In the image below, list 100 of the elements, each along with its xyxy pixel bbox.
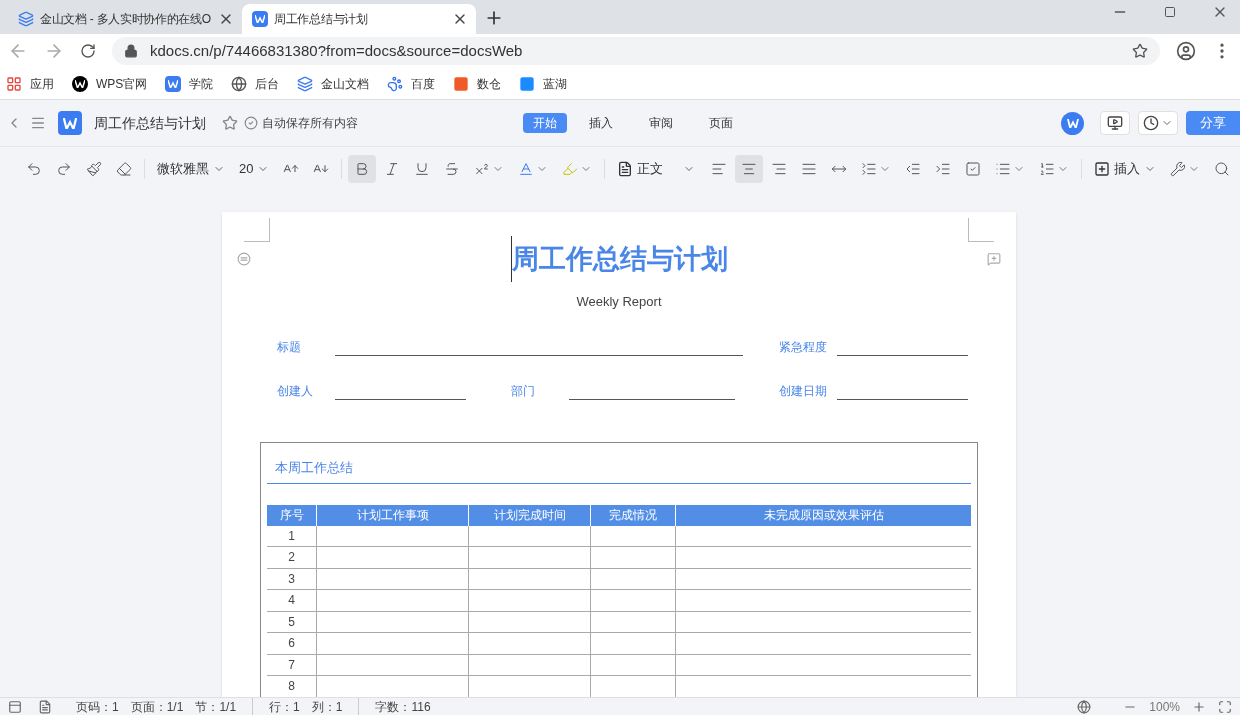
menu-tab[interactable]: 页面 — [699, 113, 743, 133]
align-center-button[interactable] — [735, 155, 764, 183]
w-square-icon — [165, 75, 182, 92]
document-subtitle: Weekly Report — [575, 293, 663, 311]
status-text: 字数：116 — [375, 698, 431, 715]
justify-icon — [801, 161, 818, 177]
browser-tab[interactable]: 金山文档 - 多人实时协作的在线O — [8, 4, 242, 34]
status-text: 行：1 — [269, 698, 300, 715]
bookmark[interactable]: 蓝湖 — [519, 74, 568, 93]
field-label: 部门 — [510, 382, 536, 400]
check-circle-icon — [244, 116, 258, 130]
document-heading: 周工作总结与计划 — [511, 242, 728, 276]
clock-icon — [1143, 115, 1159, 131]
align-right-icon — [771, 161, 788, 177]
numbered-list-icon — [1039, 161, 1056, 177]
star-icon[interactable] — [222, 115, 238, 131]
font-color-icon — [518, 161, 535, 177]
status-text: 页码：1 — [76, 698, 119, 715]
paragraph-style-dropdown[interactable]: 正文 — [611, 155, 704, 183]
insert-box-icon — [1094, 161, 1111, 177]
bookmark[interactable]: 后台 — [231, 74, 280, 93]
reload-icon[interactable] — [80, 43, 96, 59]
table-header-cell: 序号 — [267, 504, 317, 526]
add-comment-icon[interactable] — [987, 252, 1001, 266]
maximize-icon[interactable] — [1164, 6, 1176, 18]
highlight-icon — [562, 161, 579, 177]
section-heading: 本周工作总结 — [274, 459, 353, 475]
insert-dropdown[interactable]: 插入 — [1088, 155, 1163, 183]
w-logo-icon[interactable] — [1061, 111, 1084, 135]
globe-icon[interactable] — [1077, 699, 1092, 714]
row-number-cell: 2 — [267, 547, 317, 568]
outdent-icon — [905, 161, 922, 177]
paw-icon — [387, 75, 404, 92]
field-label: 创建人 — [277, 382, 314, 400]
bookmark[interactable]: 数仓 — [453, 74, 502, 93]
field-label: 创建日期 — [779, 382, 828, 400]
outline-icon[interactable] — [8, 699, 22, 714]
menu-icon[interactable] — [30, 115, 46, 131]
bookmark[interactable]: WPS官网 — [72, 74, 148, 93]
square-logo-icon — [453, 75, 470, 92]
row-number-cell: 1 — [267, 525, 317, 546]
globe-icon — [231, 75, 248, 92]
bookmark[interactable]: 百度 — [387, 74, 436, 93]
layers-icon — [18, 11, 34, 27]
browser-tab[interactable]: 周工作总结与计划 — [242, 4, 476, 34]
tab-title: 金山文档 - 多人实时协作的在线O — [40, 11, 212, 28]
corner-mark — [244, 218, 270, 242]
row-number-cell: 6 — [267, 633, 317, 654]
paragraph-icon — [617, 161, 634, 177]
table-header-cell: 计划工作事项 — [317, 504, 469, 526]
redo-icon — [56, 161, 72, 177]
row-number-cell: 7 — [267, 654, 317, 675]
eraser-icon — [116, 161, 132, 177]
font-dropdown[interactable]: 微软雅黑 — [151, 155, 231, 183]
autosave-status: 自动保存所有内容 — [262, 115, 358, 132]
menu-tab[interactable]: 审阅 — [639, 113, 683, 133]
bookmark[interactable]: 应用 — [6, 74, 54, 93]
underline-icon — [414, 161, 431, 177]
layers-icon — [297, 75, 314, 92]
menu-tab[interactable]: 插入 — [579, 113, 623, 133]
align-left-icon — [711, 161, 728, 177]
tab-title: 周工作总结与计划 — [274, 11, 369, 28]
present-button[interactable] — [1100, 111, 1130, 135]
paragraph-handle-icon[interactable] — [237, 252, 251, 266]
strikethrough-icon — [444, 161, 461, 177]
field-label: 标题 — [277, 338, 302, 356]
font-size-dropdown[interactable]: 20 — [233, 155, 276, 183]
history-button[interactable] — [1138, 111, 1178, 135]
lock-icon — [124, 44, 138, 58]
row-number-cell: 8 — [267, 676, 317, 697]
app-logo-icon — [58, 111, 82, 135]
table-header-cell: 计划完成时间 — [469, 504, 591, 526]
bookmark-star-icon[interactable] — [1132, 43, 1148, 59]
todo-icon — [965, 161, 982, 177]
apps-grid-icon — [6, 75, 22, 92]
address-bar[interactable]: kdocs.cn/p/74466831380?from=docs&source=docsWeb — [112, 37, 1160, 65]
search-icon — [1214, 161, 1231, 177]
undo-icon — [26, 161, 42, 177]
bold-button[interactable] — [348, 155, 377, 183]
w-square-icon — [252, 11, 268, 27]
document-title: 周工作总结与计划 — [94, 113, 206, 133]
zoom-level[interactable]: 100% — [1149, 697, 1180, 715]
status-text: 节：1/1 — [195, 698, 237, 715]
corner-mark — [968, 218, 994, 242]
bullet-list-icon — [995, 161, 1012, 177]
bookmark[interactable]: 学院 — [165, 74, 214, 93]
w-logo-icon — [72, 75, 88, 92]
fit-icon[interactable] — [1218, 699, 1232, 714]
field-label: 紧急程度 — [779, 338, 828, 356]
row-number-cell: 4 — [267, 590, 317, 611]
profile-icon[interactable] — [1176, 41, 1196, 61]
superscript-icon — [474, 161, 491, 177]
bookmark[interactable]: 金山文档 — [297, 74, 370, 93]
line-spacing-icon — [861, 161, 878, 177]
row-number-cell: 3 — [267, 568, 317, 589]
wrench-icon — [1170, 161, 1187, 177]
status-text: 页面：1/1 — [130, 698, 184, 715]
align-center-icon — [741, 161, 758, 177]
zoom-in-icon[interactable] — [1192, 699, 1206, 714]
page-view-icon[interactable] — [38, 699, 52, 714]
